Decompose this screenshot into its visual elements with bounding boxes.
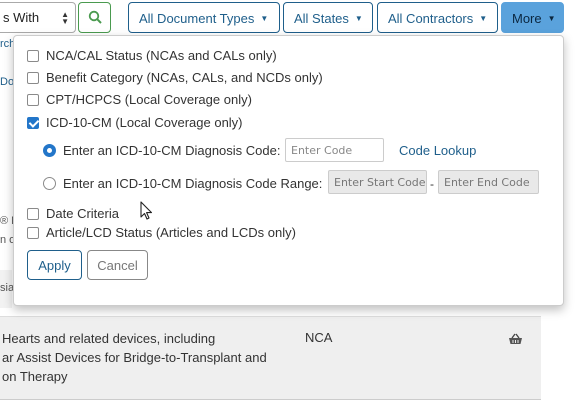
radio[interactable] xyxy=(43,177,56,190)
icd-code-input[interactable]: Enter Code xyxy=(285,138,384,162)
stepper-icon: ▲ ▼ xyxy=(61,10,69,26)
checkbox-checked[interactable] xyxy=(27,117,39,129)
shopping-basket-icon[interactable] xyxy=(508,333,523,345)
option-date-criteria[interactable]: Date Criteria xyxy=(27,206,119,224)
caret-down-icon: ▼ xyxy=(260,14,269,23)
option-benefit-category[interactable]: Benefit Category (NCAs, CALs, and NCDs o… xyxy=(27,70,323,88)
icd-range-label: Enter an ICD-10-CM Diagnosis Code Range: xyxy=(63,176,323,191)
more-dropdown[interactable]: More ▼ xyxy=(501,2,564,33)
code-lookup-link[interactable]: Code Lookup xyxy=(399,143,476,158)
result-description-line: on Therapy xyxy=(2,369,68,384)
caret-down-icon: ▼ xyxy=(479,14,488,23)
mouse-pointer-icon xyxy=(140,201,153,220)
icd-code-label: Enter an ICD-10-CM Diagnosis Code: xyxy=(63,143,281,158)
apply-button[interactable]: Apply xyxy=(27,250,82,280)
option-label: Benefit Category (NCAs, CALs, and NCDs o… xyxy=(46,70,323,85)
option-label: NCA/CAL Status (NCAs and CALs only) xyxy=(46,48,277,63)
search-mode-value: s With xyxy=(3,10,40,25)
more-label: More xyxy=(512,11,542,26)
document-types-label: All Document Types xyxy=(139,11,255,26)
checkbox[interactable] xyxy=(27,208,39,220)
option-article-lcd-status[interactable]: Article/LCD Status (Articles and LCDs on… xyxy=(27,225,296,243)
icd-range-radio-option[interactable]: Enter an ICD-10-CM Diagnosis Code Range: xyxy=(43,176,322,200)
icd-range-end-input[interactable]: Enter End Code xyxy=(438,170,539,194)
option-label: ICD-10-CM (Local Coverage only) xyxy=(46,115,243,130)
option-cpt-hcpcs[interactable]: CPT/HCPCS (Local Coverage only) xyxy=(27,92,252,110)
range-separator: - xyxy=(430,177,434,191)
caret-down-icon: ▼ xyxy=(354,14,363,23)
search-toolbar: s With ▲ ▼ All Document Types ▼ All States… xyxy=(0,2,578,33)
contractors-dropdown[interactable]: All Contractors ▼ xyxy=(377,2,498,33)
caret-down-icon: ▼ xyxy=(547,14,556,23)
background-text: sia xyxy=(0,282,15,294)
result-document-type: NCA xyxy=(305,330,333,345)
search-mode-select[interactable]: s With ▲ ▼ xyxy=(0,2,76,33)
checkbox[interactable] xyxy=(27,94,39,106)
checkbox[interactable] xyxy=(27,50,39,62)
checkbox[interactable] xyxy=(27,227,39,239)
search-icon xyxy=(88,10,102,24)
states-dropdown[interactable]: All States ▼ xyxy=(283,2,373,33)
table-row[interactable]: Hearts and related devices, including ar… xyxy=(0,316,541,400)
checkbox[interactable] xyxy=(27,72,39,84)
icd-code-radio-option[interactable]: Enter an ICD-10-CM Diagnosis Code: xyxy=(43,143,280,167)
result-description: Hearts and related devices, including ar… xyxy=(2,329,267,386)
document-types-dropdown[interactable]: All Document Types ▼ xyxy=(128,2,280,33)
search-button[interactable] xyxy=(78,2,111,33)
cancel-button[interactable]: Cancel xyxy=(87,250,148,280)
radio-selected[interactable] xyxy=(43,144,56,157)
more-options-panel: NCA/CAL Status (NCAs and CALs only) Bene… xyxy=(13,35,564,306)
option-label: Article/LCD Status (Articles and LCDs on… xyxy=(46,225,296,240)
icd-range-start-input[interactable]: Enter Start Code xyxy=(328,170,427,194)
option-label: Date Criteria xyxy=(46,206,119,221)
option-nca-cal-status[interactable]: NCA/CAL Status (NCAs and CALs only) xyxy=(27,48,277,66)
result-description-line: ar Assist Devices for Bridge-to-Transpla… xyxy=(2,350,267,365)
contractors-label: All Contractors xyxy=(388,11,474,26)
option-icd-10-cm[interactable]: ICD-10-CM (Local Coverage only) xyxy=(27,115,243,133)
option-label: CPT/HCPCS (Local Coverage only) xyxy=(46,92,252,107)
states-label: All States xyxy=(294,11,349,26)
result-description-line: Hearts and related devices, including xyxy=(2,331,216,346)
